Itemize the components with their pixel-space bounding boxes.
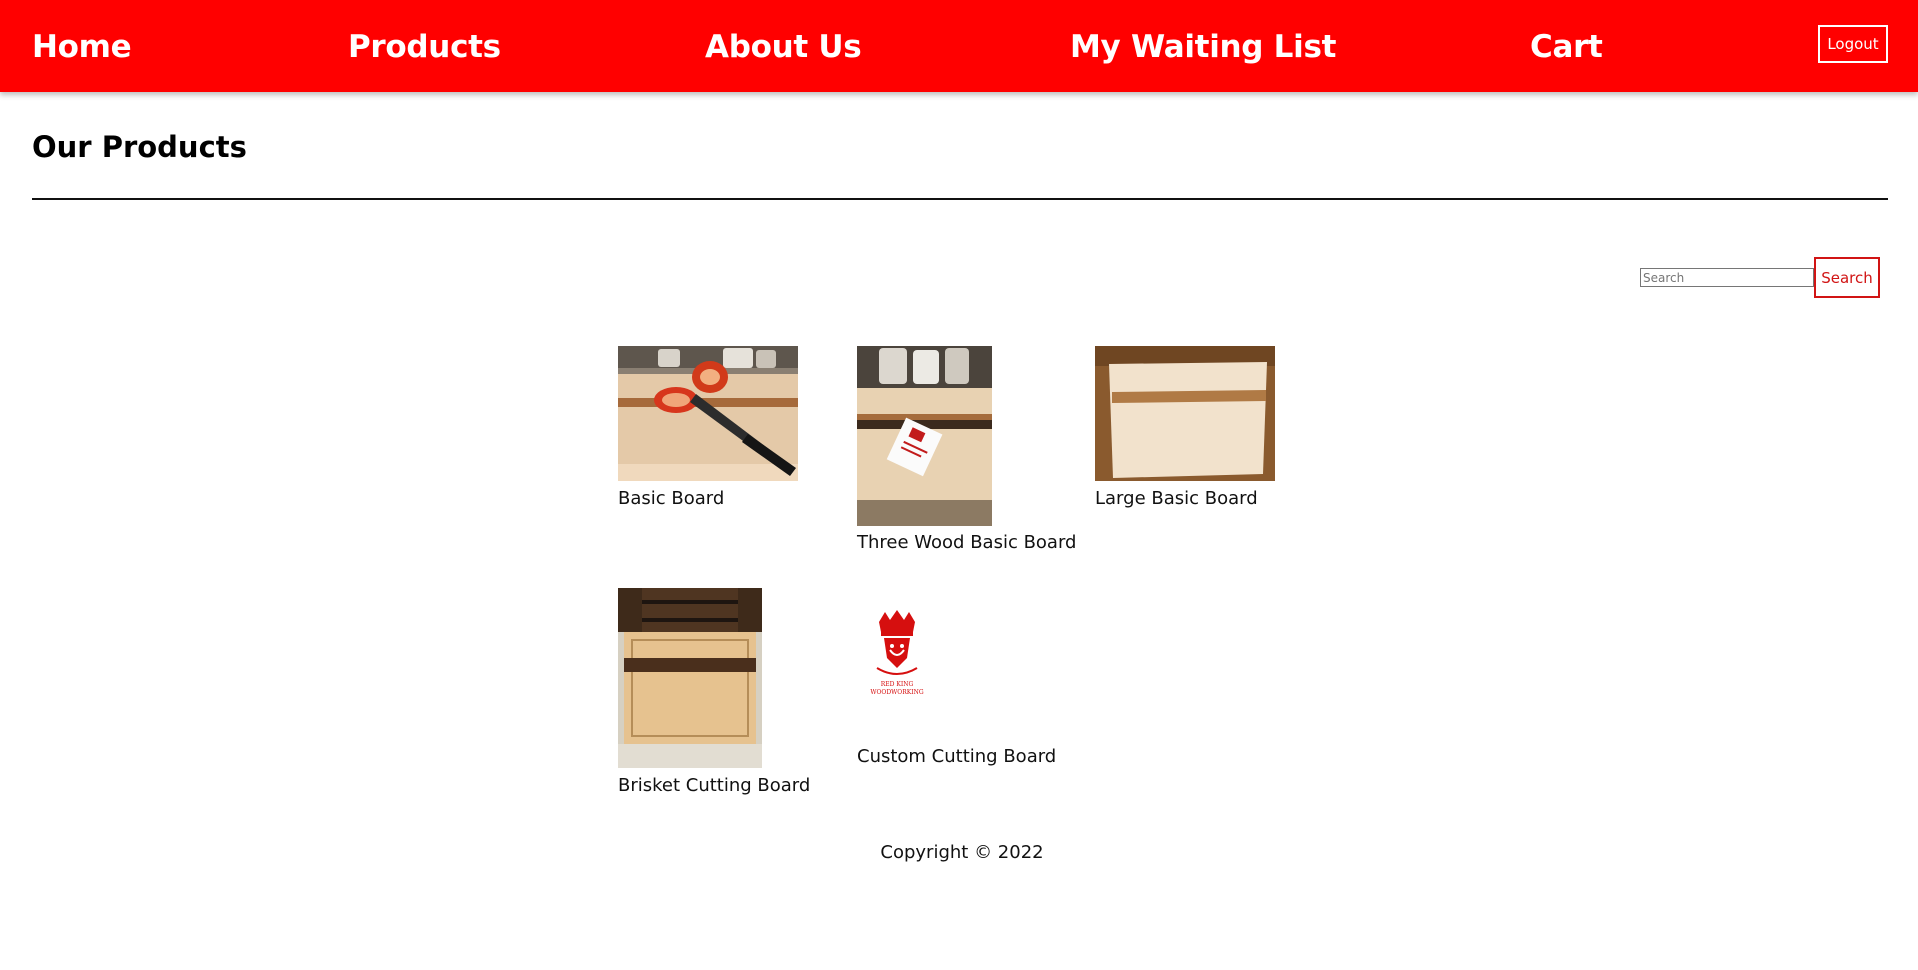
product-image-custom-cutting-board[interactable]: RED KING WOODWORKING	[857, 610, 947, 700]
product-image-basic-board[interactable]	[618, 346, 798, 481]
search-input[interactable]	[1640, 268, 1814, 287]
title-divider	[32, 198, 1888, 200]
svg-text:WOODWORKING: WOODWORKING	[870, 689, 924, 696]
product-name-custom-cutting-board[interactable]: Custom Cutting Board	[857, 746, 1056, 767]
product-card-three-wood-basic-board[interactable]: Three Wood Basic Board	[857, 346, 1077, 561]
red-king-logo-icon: RED KING WOODWORKING	[870, 610, 924, 696]
page-title: Our Products	[32, 130, 247, 164]
product-name-three-wood-basic-board[interactable]: Three Wood Basic Board	[857, 532, 1076, 553]
search-button[interactable]: Search	[1814, 257, 1880, 298]
product-image-three-wood-basic-board[interactable]	[857, 346, 992, 526]
svg-text:RED KING: RED KING	[881, 681, 914, 688]
product-name-brisket-cutting-board[interactable]: Brisket Cutting Board	[618, 775, 810, 796]
logout-button[interactable]: Logout	[1818, 25, 1888, 63]
nav-home-link[interactable]: Home	[32, 29, 132, 65]
product-image-large-basic-board[interactable]	[1095, 346, 1275, 481]
nav-waiting-list-link[interactable]: My Waiting List	[1070, 29, 1336, 65]
product-name-large-basic-board[interactable]: Large Basic Board	[1095, 488, 1258, 509]
product-card-large-basic-board[interactable]: Large Basic Board	[1095, 346, 1295, 516]
product-card-brisket-cutting-board[interactable]: Brisket Cutting Board	[618, 588, 838, 803]
nav-products-link[interactable]: Products	[348, 29, 501, 65]
product-card-basic-board[interactable]: Basic Board	[618, 346, 818, 516]
copyright-text: Copyright © 2022	[880, 842, 1044, 863]
footer: Copyright © 2022	[0, 842, 1918, 863]
product-image-brisket-cutting-board[interactable]	[618, 588, 762, 768]
product-name-basic-board[interactable]: Basic Board	[618, 488, 724, 509]
top-navbar: Home Products About Us My Waiting List C…	[0, 0, 1918, 92]
nav-about-us-link[interactable]: About Us	[705, 29, 862, 65]
product-card-custom-cutting-board[interactable]: RED KING WOODWORKING Custom Cutting Boar…	[857, 610, 1077, 785]
nav-cart-link[interactable]: Cart	[1530, 29, 1603, 65]
